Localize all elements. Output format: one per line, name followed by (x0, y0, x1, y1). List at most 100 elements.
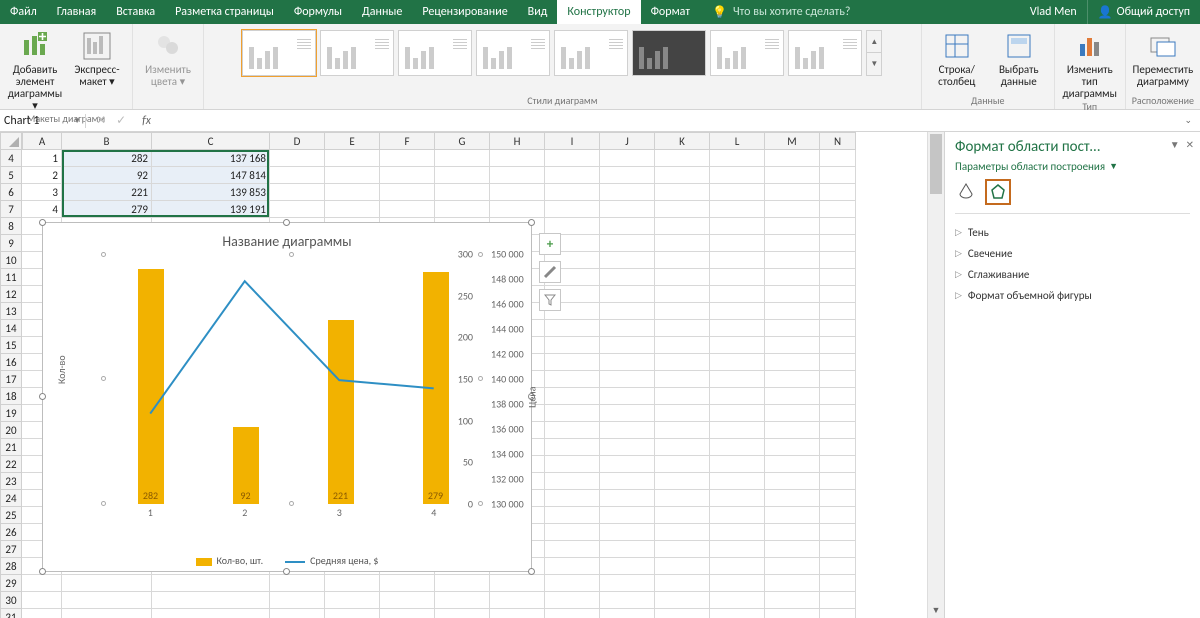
cell[interactable] (545, 184, 600, 201)
format-item-glow[interactable]: ▷Свечение (955, 243, 1190, 264)
task-pane-options-icon[interactable]: ▼ (1170, 138, 1180, 151)
cell[interactable] (62, 575, 152, 592)
cell[interactable] (820, 490, 856, 507)
cell[interactable] (655, 490, 710, 507)
cell[interactable] (435, 592, 490, 609)
row-header[interactable]: 22 (0, 456, 22, 473)
cell[interactable] (22, 575, 62, 592)
cell[interactable]: 282 (62, 150, 152, 167)
chart-filters-button[interactable] (539, 289, 561, 311)
cell[interactable] (765, 320, 820, 337)
quick-layout-button[interactable]: Экспресс-макет ▾ (68, 26, 126, 88)
cell[interactable] (600, 235, 655, 252)
cell[interactable] (820, 150, 856, 167)
cell[interactable] (325, 201, 380, 218)
row-header[interactable]: 29 (0, 575, 22, 592)
cell[interactable] (765, 371, 820, 388)
cell[interactable] (380, 609, 435, 618)
cell[interactable] (765, 541, 820, 558)
chart-style-thumb[interactable] (632, 30, 706, 76)
cell[interactable] (62, 609, 152, 618)
cell[interactable] (545, 541, 600, 558)
cell[interactable] (820, 541, 856, 558)
cell[interactable] (435, 201, 490, 218)
cell[interactable] (820, 201, 856, 218)
cell[interactable] (545, 371, 600, 388)
cell[interactable] (710, 439, 765, 456)
select-data-button[interactable]: Выбрать данные (990, 26, 1048, 88)
cell[interactable] (655, 303, 710, 320)
cell[interactable] (655, 609, 710, 618)
cell[interactable] (152, 609, 270, 618)
plot-area[interactable]: 050100150200250300 130 000132 000134 000… (103, 254, 481, 504)
cell[interactable] (380, 201, 435, 218)
cell[interactable] (600, 337, 655, 354)
cell[interactable] (710, 592, 765, 609)
row-header[interactable]: 16 (0, 354, 22, 371)
cell[interactable] (765, 490, 820, 507)
chart-styles-button[interactable] (539, 261, 561, 283)
cell[interactable] (820, 320, 856, 337)
cell[interactable] (820, 507, 856, 524)
close-icon[interactable]: ✕ (1186, 138, 1194, 151)
row-header[interactable]: 23 (0, 473, 22, 490)
cell[interactable] (765, 439, 820, 456)
tab-design[interactable]: Конструктор (557, 0, 640, 24)
cell[interactable] (435, 575, 490, 592)
cell[interactable] (600, 405, 655, 422)
cell[interactable] (655, 422, 710, 439)
chart-style-thumb[interactable] (398, 30, 472, 76)
tab-file[interactable]: Файл (0, 0, 47, 24)
cell[interactable] (655, 558, 710, 575)
cell[interactable] (270, 575, 325, 592)
fx-label[interactable]: fx (136, 114, 151, 128)
cell[interactable] (765, 473, 820, 490)
chart-styles-gallery[interactable]: ▲▼ (238, 26, 886, 94)
chart-style-thumb[interactable] (788, 30, 862, 76)
column-header[interactable]: H (490, 132, 545, 150)
cell[interactable] (325, 575, 380, 592)
cell[interactable] (765, 575, 820, 592)
resize-handle[interactable] (39, 568, 46, 575)
column-header[interactable]: L (710, 132, 765, 150)
cell[interactable] (325, 167, 380, 184)
cell[interactable] (545, 439, 600, 456)
cell[interactable] (655, 167, 710, 184)
cell[interactable] (600, 201, 655, 218)
cell[interactable] (600, 592, 655, 609)
row-header[interactable]: 24 (0, 490, 22, 507)
cell[interactable] (820, 252, 856, 269)
row-header[interactable]: 11 (0, 269, 22, 286)
cancel-icon[interactable]: ✕ (96, 113, 106, 128)
cell[interactable] (655, 592, 710, 609)
worksheet-area[interactable]: ABCDEFGHIJKLMN 41282137 1685292147 81463… (0, 132, 944, 618)
row-header[interactable]: 10 (0, 252, 22, 269)
cell[interactable] (545, 405, 600, 422)
cell[interactable] (765, 150, 820, 167)
cell[interactable] (545, 337, 600, 354)
column-header[interactable]: A (22, 132, 62, 150)
add-chart-element-button[interactable]: Добавить элемент диаграммы ▾ (6, 26, 64, 112)
cell[interactable] (62, 592, 152, 609)
chart-style-thumb[interactable] (554, 30, 628, 76)
cell[interactable] (545, 558, 600, 575)
cell[interactable] (545, 507, 600, 524)
cell[interactable] (545, 524, 600, 541)
cell[interactable] (435, 167, 490, 184)
cell[interactable] (710, 354, 765, 371)
resize-handle[interactable] (283, 219, 290, 226)
chart-style-thumb[interactable] (320, 30, 394, 76)
cell[interactable] (655, 286, 710, 303)
cell[interactable] (710, 405, 765, 422)
column-header[interactable]: C (152, 132, 270, 150)
enter-icon[interactable]: ✓ (116, 113, 126, 128)
cell[interactable] (655, 439, 710, 456)
cell[interactable] (600, 286, 655, 303)
column-header[interactable]: K (655, 132, 710, 150)
cell[interactable] (820, 558, 856, 575)
cell[interactable] (152, 575, 270, 592)
column-header[interactable]: N (820, 132, 856, 150)
cell[interactable]: 1 (22, 150, 62, 167)
cell[interactable] (765, 269, 820, 286)
cell[interactable] (765, 388, 820, 405)
